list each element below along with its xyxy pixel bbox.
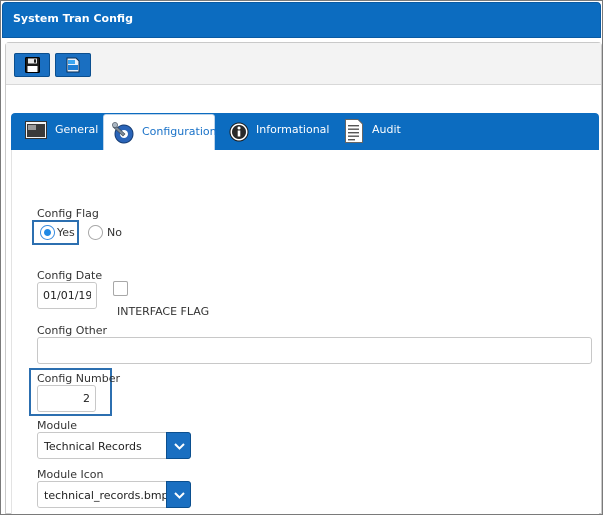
config-number-input[interactable] [37,385,96,412]
config-flag-no-radio[interactable] [88,225,103,240]
tab-general[interactable]: General [17,113,103,150]
window-title: System Tran Config [13,12,133,25]
chevron-down-icon [174,443,185,450]
config-flag-label: Config Flag [37,207,99,220]
module-label: Module [37,419,77,432]
interface-flag-label: INTERFACE FLAG [117,305,210,318]
module-select-value: Technical Records [44,440,142,453]
config-number-label: Config Number [37,372,120,385]
export-button[interactable] [55,53,91,77]
export-document-icon [66,57,80,73]
toolbar [6,43,601,85]
tab-audit[interactable]: Audit [337,113,417,150]
interface-flag-checkbox[interactable] [113,281,128,296]
module-select[interactable]: Technical Records [37,432,191,459]
config-date-label: Config Date [37,269,103,282]
config-flag-no-label: No [107,226,122,239]
config-flag-yes-label: Yes [57,226,75,239]
configuration-tab-content: Config Flag Yes No Config Date INTERFACE… [11,150,599,514]
document-icon [345,119,363,143]
monitor-icon [25,121,47,139]
tab-informational-label: Informational [256,123,330,136]
module-icon-select[interactable]: technical_records.bmp [37,481,191,508]
floppy-disk-icon [25,57,40,73]
config-other-input[interactable] [37,337,592,364]
module-icon-select-value: technical_records.bmp [44,489,169,502]
module-icon-label: Module Icon [37,468,104,481]
gear-wrench-icon [112,122,134,144]
info-icon [229,122,249,142]
tab-audit-label: Audit [372,123,401,136]
tab-configuration-label: Configuration [142,125,217,138]
tab-informational[interactable]: Informational [221,113,333,150]
config-date-input[interactable] [37,282,97,309]
window: System Tran Config General Configuration… [0,0,603,515]
main-panel: General Configuration Informational Audi… [5,42,602,514]
module-dropdown-button[interactable] [166,432,191,459]
tab-configuration[interactable]: Configuration [103,114,217,150]
chevron-down-icon [174,492,185,499]
module-icon-dropdown-button[interactable] [166,481,191,508]
config-flag-yes-radio[interactable] [40,225,55,240]
title-bar: System Tran Config [2,2,601,38]
tab-bar: General Configuration Informational Audi… [11,113,599,150]
save-button[interactable] [14,53,50,77]
config-other-label: Config Other [37,324,108,337]
tab-general-label: General [55,123,99,136]
